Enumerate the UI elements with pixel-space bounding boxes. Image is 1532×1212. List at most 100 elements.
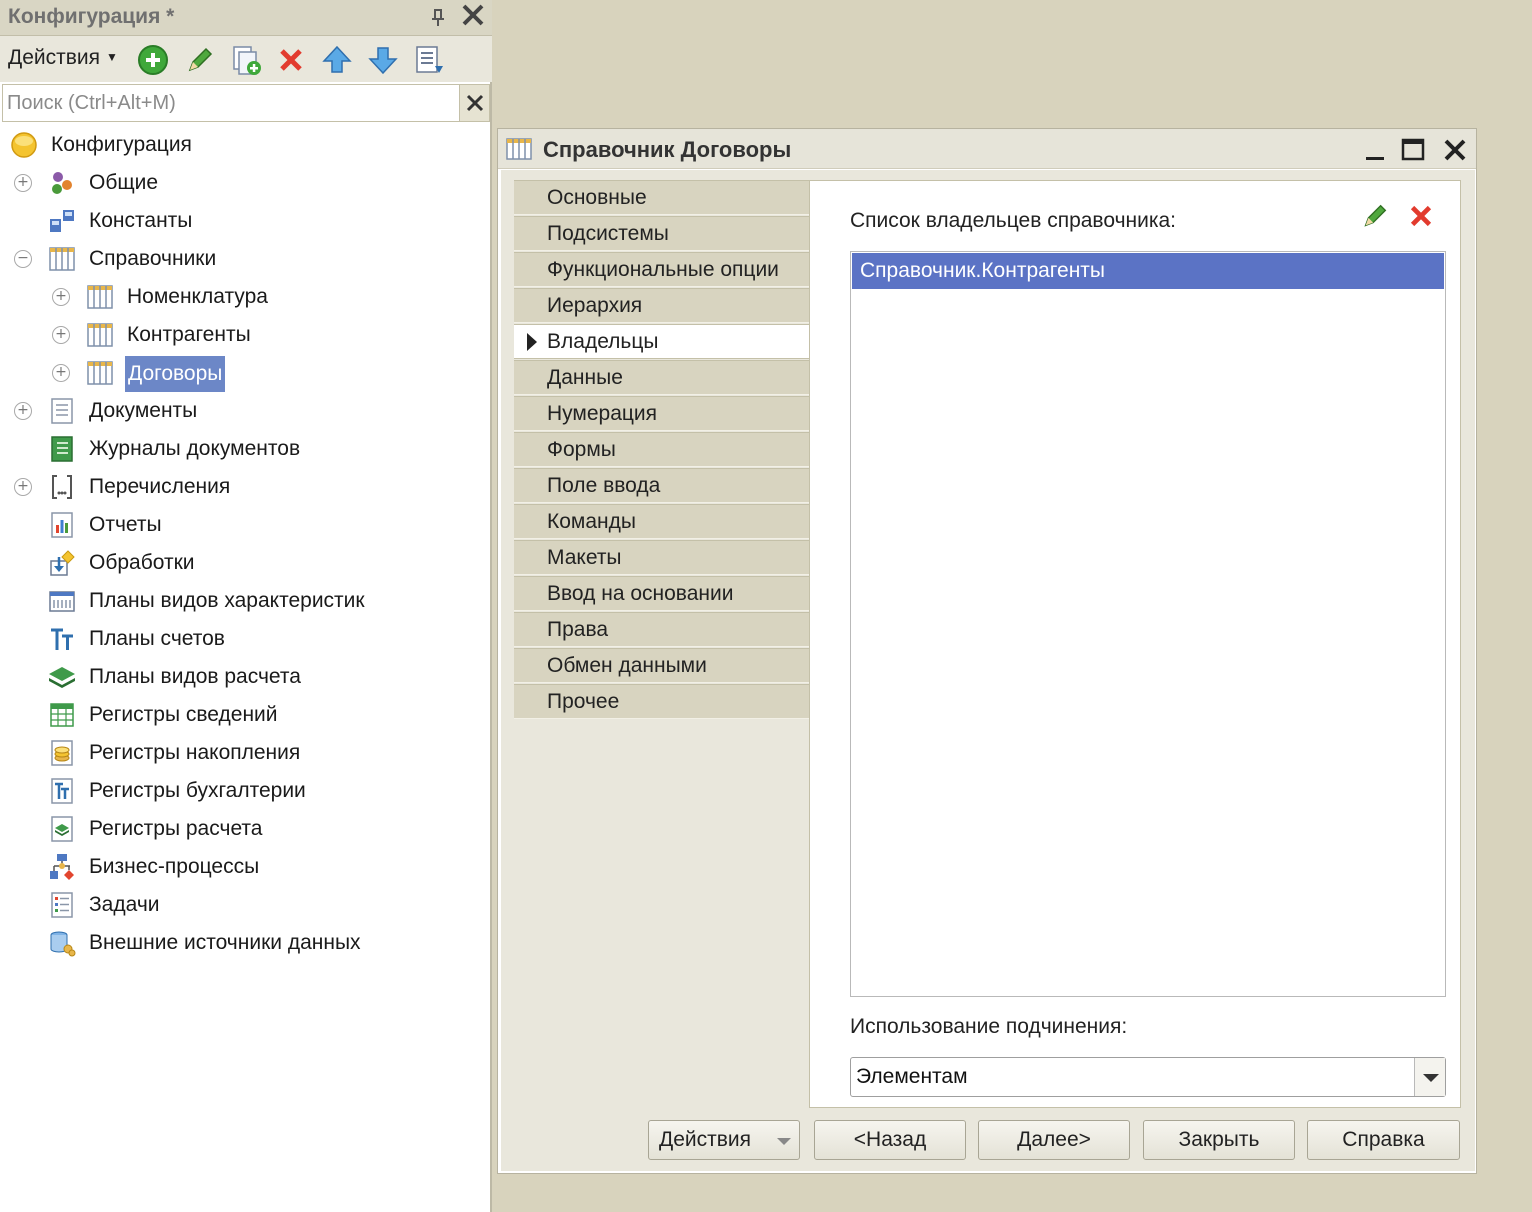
close-button[interactable]: Закрыть	[1143, 1120, 1295, 1160]
business-process-icon	[48, 853, 76, 881]
tab-11[interactable]: Макеты	[514, 540, 809, 575]
clear-search-button[interactable]	[459, 85, 489, 121]
tree-item[interactable]: Отчеты	[0, 506, 490, 544]
tree-item-label: Номенклатура	[127, 285, 268, 308]
tab-7[interactable]: Нумерация	[514, 396, 809, 431]
tree-item[interactable]: Планы счетов	[0, 620, 490, 658]
collapse-icon[interactable]: −	[14, 250, 32, 268]
tree-item[interactable]: + Документы	[0, 392, 490, 430]
close-panel-icon[interactable]	[459, 2, 487, 32]
tree-item[interactable]: − Справочники	[0, 240, 490, 278]
tab-2[interactable]: Подсистемы	[514, 216, 809, 251]
tree-item-label: Обработки	[89, 551, 195, 574]
back-button[interactable]: <Назад	[814, 1120, 966, 1160]
arrow-down-icon	[368, 47, 398, 75]
tree-item-label: Бизнес-процессы	[89, 855, 260, 878]
tab-15[interactable]: Прочее	[514, 684, 809, 719]
expand-icon[interactable]: +	[52, 326, 70, 344]
tree-item-label: Общие	[89, 171, 159, 194]
delete-button[interactable]	[275, 44, 307, 76]
sort-list-icon	[416, 46, 443, 73]
minimize-icon	[1366, 157, 1384, 160]
next-button[interactable]: Далее>	[978, 1120, 1130, 1160]
tree-item[interactable]: Конфигурация	[0, 126, 490, 164]
expand-icon[interactable]: +	[52, 364, 70, 382]
sort-button[interactable]	[413, 44, 445, 76]
actions-menu-label: Действия	[8, 46, 101, 69]
close-dialog-button[interactable]	[1440, 135, 1470, 165]
tab-label: Данные	[547, 366, 623, 389]
tree-item[interactable]: + Договоры	[0, 354, 490, 392]
tree-item-label: Планы видов расчета	[89, 665, 301, 688]
owner-list-item[interactable]: Справочник.Контрагенты	[852, 253, 1444, 289]
catalog-icon	[86, 321, 114, 349]
tree-item[interactable]: Внешние источники данных	[0, 924, 490, 962]
tab-13[interactable]: Права	[514, 612, 809, 647]
dialog-actions-label: Действия	[659, 1128, 752, 1151]
pin-icon[interactable]	[428, 6, 448, 30]
calculation-register-icon	[48, 815, 76, 843]
catalog-icon	[86, 359, 114, 387]
catalog-properties-dialog: Справочник Договоры Основные Подсистемы Фу…	[497, 128, 1477, 1174]
info-register-icon	[48, 701, 76, 729]
tree-item[interactable]: + Общие	[0, 164, 490, 202]
delete-owner-button[interactable]	[1406, 201, 1436, 231]
tree-item[interactable]: + Номенклатура	[0, 278, 490, 316]
tree-item-label: Справочники	[89, 247, 217, 270]
tree-item[interactable]: Обработки	[0, 544, 490, 582]
tree-item[interactable]: Бизнес-процессы	[0, 848, 490, 886]
owners-list[interactable]: Справочник.Контрагенты	[850, 251, 1446, 997]
expand-icon[interactable]: +	[14, 174, 32, 192]
add-button[interactable]	[137, 44, 169, 76]
tree-item[interactable]: + Контрагенты	[0, 316, 490, 354]
owners-page: Список владельцев справочника: Справочни…	[809, 180, 1461, 1108]
help-button[interactable]: Справка	[1307, 1120, 1460, 1160]
constants-icon	[48, 207, 76, 235]
subordination-select[interactable]: Элементам	[850, 1057, 1446, 1097]
tab-10[interactable]: Команды	[514, 504, 809, 539]
tree-item[interactable]: Журналы документов	[0, 430, 490, 468]
maximize-button[interactable]	[1398, 135, 1428, 165]
tab-9[interactable]: Поле ввода	[514, 468, 809, 503]
tree-item[interactable]: Регистры сведений	[0, 696, 490, 734]
tree-item[interactable]: Регистры накопления	[0, 734, 490, 772]
processing-icon	[48, 549, 76, 577]
expand-icon[interactable]: +	[14, 402, 32, 420]
minimize-button[interactable]	[1360, 135, 1390, 165]
tab-12[interactable]: Ввод на основании	[514, 576, 809, 611]
tree-item-label: Регистры расчета	[89, 817, 263, 840]
edit-button[interactable]	[184, 44, 216, 76]
tab-14[interactable]: Обмен данными	[514, 648, 809, 683]
search-input[interactable]	[5, 87, 457, 119]
close-icon	[1444, 139, 1466, 161]
expand-icon[interactable]: +	[52, 288, 70, 306]
chart-of-accounts-icon	[48, 625, 76, 653]
edit-owners-button[interactable]	[1360, 201, 1390, 231]
tree-item[interactable]: Регистры расчета	[0, 810, 490, 848]
tab-5[interactable]: Владельцы	[514, 324, 810, 359]
copy-button[interactable]	[230, 44, 262, 76]
move-up-button[interactable]	[321, 44, 353, 76]
tab-8[interactable]: Формы	[514, 432, 809, 467]
panel-title-bar: Конфигурация *	[0, 0, 492, 36]
copy-icon	[233, 46, 261, 75]
tree-item[interactable]: Задачи	[0, 886, 490, 924]
tab-1[interactable]: Основные	[514, 180, 809, 215]
dialog-actions-button[interactable]: Действия	[648, 1120, 800, 1160]
tree-item[interactable]: + Перечисления	[0, 468, 490, 506]
tree-item[interactable]: Планы видов расчета	[0, 658, 490, 696]
tab-label: Команды	[547, 510, 636, 533]
tree-item[interactable]: Регистры бухгалтерии	[0, 772, 490, 810]
tab-3[interactable]: Функциональные опции	[514, 252, 809, 287]
subordination-dropdown-button[interactable]	[1414, 1058, 1445, 1096]
tree-item-label: Планы счетов	[89, 627, 225, 650]
move-down-button[interactable]	[367, 44, 399, 76]
tree-item[interactable]: Константы	[0, 202, 490, 240]
tree-item[interactable]: Планы видов характеристик	[0, 582, 490, 620]
actions-menu-button[interactable]: Действия ▼	[8, 46, 118, 70]
tab-4[interactable]: Иерархия	[514, 288, 809, 323]
dropdown-arrow-icon	[777, 1138, 791, 1145]
tab-label: Обмен данными	[547, 654, 707, 677]
tab-6[interactable]: Данные	[514, 360, 809, 395]
expand-icon[interactable]: +	[14, 478, 32, 496]
